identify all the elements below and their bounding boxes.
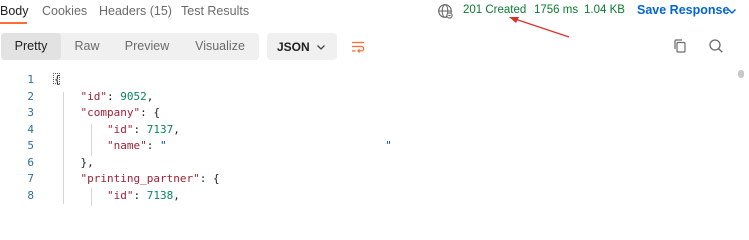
wrap-lines-icon xyxy=(352,41,365,53)
response-time[interactable]: 1756 ms xyxy=(534,4,578,20)
view-visualize-button[interactable]: Visualize xyxy=(181,33,259,60)
chevron-down-icon xyxy=(317,45,325,50)
line-number: 1 xyxy=(27,73,34,86)
status-code[interactable]: 201 Created xyxy=(463,4,526,20)
code-token: }, xyxy=(54,155,94,169)
response-body-editor[interactable]: 1{2 "id": 9052, 3 "company": {4 "id": 713… xyxy=(0,70,749,206)
response-tabs: Body Cookies Headers (15) Test Results 2… xyxy=(0,0,749,24)
code-token: { xyxy=(54,73,61,86)
code-token: : xyxy=(107,89,121,103)
tab-cookies[interactable]: Cookies xyxy=(42,4,87,18)
save-response-button[interactable]: Save Response xyxy=(637,3,729,17)
view-pretty-button[interactable]: Pretty xyxy=(1,33,61,60)
tab-headers[interactable]: Headers (15) xyxy=(99,4,172,18)
chevron-down-icon[interactable] xyxy=(726,5,738,17)
code-token: "printing_partner" xyxy=(80,172,200,185)
code-line: "printing_partner": { xyxy=(54,171,220,187)
response-toolbar: Pretty Raw Preview Visualize JSON xyxy=(0,33,749,61)
code-line: "id": 7138, xyxy=(54,188,180,204)
editor-scrollbar[interactable] xyxy=(738,70,744,78)
format-label: JSON xyxy=(277,40,310,54)
code-line: }, xyxy=(54,155,94,171)
code-token: : xyxy=(146,139,160,152)
tab-body[interactable]: Body xyxy=(0,4,29,18)
code-token: : xyxy=(133,188,147,202)
view-mode-selector: Pretty Raw Preview Visualize xyxy=(1,33,259,60)
code-token: 9052 xyxy=(120,89,147,103)
wrap-lines-button[interactable] xyxy=(344,33,372,60)
copy-icon[interactable] xyxy=(672,38,688,54)
line-number: 8 xyxy=(27,188,34,202)
code-line: { xyxy=(54,72,61,88)
code-line: "id": 7137, xyxy=(54,122,180,138)
code-token: : { xyxy=(199,172,220,185)
line-number: 4 xyxy=(27,122,34,136)
code-line: "company": { xyxy=(54,105,160,121)
code-token: 7137 xyxy=(146,122,174,136)
active-tab-indicator xyxy=(0,22,27,24)
code-token: : { xyxy=(140,106,160,119)
code-token: "name" xyxy=(106,139,147,152)
code-line: "name": " " xyxy=(54,138,392,154)
code-token: "id" xyxy=(106,122,134,136)
line-number: 5 xyxy=(27,139,34,152)
code-token: , xyxy=(173,122,180,136)
view-raw-button[interactable]: Raw xyxy=(61,33,113,60)
code-token: , xyxy=(146,89,154,103)
view-preview-button[interactable]: Preview xyxy=(113,33,181,60)
code-token: "company" xyxy=(80,106,141,119)
code-token: "id" xyxy=(80,89,108,103)
code-line: "id": 9052, xyxy=(54,89,154,105)
response-size[interactable]: 1.04 KB xyxy=(584,4,625,20)
search-icon[interactable] xyxy=(708,38,724,54)
code-token: " " xyxy=(159,139,392,152)
line-number: 2 xyxy=(27,89,34,103)
code-token: , xyxy=(173,188,180,202)
line-number: 3 xyxy=(27,106,34,119)
code-token: 7138 xyxy=(146,188,174,202)
code-token: : xyxy=(133,122,147,136)
line-number: 7 xyxy=(27,172,34,185)
globe-icon[interactable] xyxy=(437,3,453,19)
line-number: 6 xyxy=(27,155,34,169)
format-dropdown[interactable]: JSON xyxy=(267,33,337,60)
tab-test-results[interactable]: Test Results xyxy=(181,4,249,18)
code-token: "id" xyxy=(106,188,134,202)
